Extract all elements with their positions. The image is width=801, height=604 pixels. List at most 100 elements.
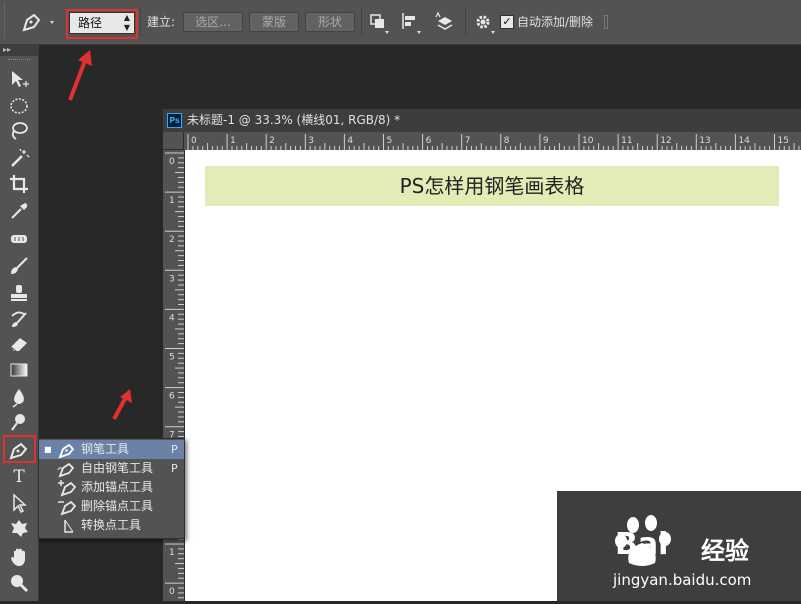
tools-panel-grip[interactable] bbox=[8, 59, 30, 63]
brush-icon bbox=[11, 257, 28, 274]
crop-icon bbox=[10, 175, 28, 193]
ellipse-marquee-icon bbox=[10, 98, 28, 114]
crop-tool[interactable] bbox=[8, 173, 30, 195]
zoom-icon bbox=[11, 575, 29, 593]
add-anchor-point-icon bbox=[58, 480, 77, 497]
path-operations-icon bbox=[370, 14, 389, 34]
options-bar-grip[interactable] bbox=[4, 4, 8, 38]
magic-wand-icon bbox=[11, 148, 30, 167]
pen-tools-flyout: ■ 钢笔工具 P 自由钢笔工具 P 添加锚点工具 删除锚点工具 转换点工具 bbox=[38, 438, 185, 539]
zoom-tool[interactable] bbox=[8, 572, 30, 594]
freeform-pen-icon bbox=[57, 462, 75, 478]
blur-icon bbox=[12, 389, 24, 408]
ruler-label: 9 bbox=[543, 136, 549, 146]
watermark-url: jingyan.baidu.com bbox=[613, 571, 752, 589]
magic-wand-tool[interactable] bbox=[8, 147, 30, 169]
flyout-item-label: 转换点工具 bbox=[81, 518, 142, 532]
dodge-icon bbox=[11, 414, 25, 431]
chevron-down-icon bbox=[50, 21, 54, 24]
pen-tool[interactable] bbox=[8, 439, 30, 461]
clone-stamp-tool[interactable] bbox=[8, 282, 30, 304]
eyedropper-tool[interactable] bbox=[8, 200, 30, 222]
elliptical-marquee-tool[interactable] bbox=[8, 95, 30, 117]
pen-icon bbox=[58, 443, 75, 459]
geometry-options-button[interactable] bbox=[472, 9, 498, 35]
flyout-item-label: 自由钢笔工具 bbox=[81, 461, 154, 475]
flyout-item-add-anchor[interactable]: 添加锚点工具 bbox=[39, 478, 184, 497]
brush-tool[interactable] bbox=[8, 255, 30, 277]
ruler-label: 1 bbox=[169, 196, 175, 206]
ruler-label: 1 bbox=[169, 548, 175, 558]
path-operations-button[interactable] bbox=[366, 9, 392, 35]
lasso-tool[interactable] bbox=[8, 120, 30, 142]
ruler-label: 7 bbox=[465, 136, 471, 146]
move-icon bbox=[12, 71, 29, 87]
convert-point-icon bbox=[64, 519, 74, 533]
gradient-tool[interactable] bbox=[8, 359, 30, 381]
options-overflow-indicator bbox=[604, 15, 608, 29]
eraser-tool[interactable] bbox=[8, 333, 30, 355]
flyout-item-pen[interactable]: ■ 钢笔工具 P bbox=[39, 440, 184, 459]
pen-icon bbox=[22, 13, 54, 32]
flyout-item-convert-point[interactable]: 转换点工具 bbox=[39, 516, 184, 535]
history-brush-icon bbox=[11, 311, 27, 327]
ps-file-icon: Ps bbox=[167, 113, 182, 128]
gear-icon bbox=[476, 15, 495, 34]
healing-brush-tool[interactable] bbox=[8, 228, 30, 250]
make-shape-button[interactable]: 形状 bbox=[305, 12, 355, 32]
dodge-tool[interactable] bbox=[8, 411, 30, 433]
blur-tool[interactable] bbox=[8, 386, 30, 408]
custom-shape-icon bbox=[11, 520, 28, 537]
type-tool[interactable]: T bbox=[8, 466, 30, 488]
ruler-label: 14 bbox=[738, 136, 750, 146]
type-icon: T bbox=[13, 467, 25, 487]
path-arrangement-icon bbox=[435, 11, 453, 30]
custom-shape-tool[interactable] bbox=[8, 517, 30, 539]
move-tool[interactable] bbox=[8, 68, 30, 90]
ruler-label: 12 bbox=[660, 136, 671, 146]
hand-tool[interactable] bbox=[8, 546, 30, 568]
flyout-item-label: 钢笔工具 bbox=[81, 442, 130, 456]
ruler-label: 6 bbox=[169, 392, 175, 402]
ruler-label: 11 bbox=[621, 136, 632, 146]
healing-brush-icon bbox=[11, 235, 27, 243]
ruler-label: 5 bbox=[169, 353, 175, 363]
flyout-item-label: 删除锚点工具 bbox=[81, 499, 154, 513]
watermark-brand: Bai bbox=[615, 527, 669, 562]
path-arrangement-button[interactable] bbox=[432, 9, 458, 35]
horizontal-ruler-ticks: 0 1 2 3 4 5 6 7 8 9 10 11 12 13 14 15 bbox=[187, 134, 800, 150]
ruler-label: 6 bbox=[426, 136, 432, 146]
flyout-item-shortcut: P bbox=[171, 443, 178, 456]
make-mask-button[interactable]: 蒙版 bbox=[249, 12, 299, 32]
divider bbox=[361, 8, 362, 36]
annotation-arrow-bottom bbox=[112, 389, 132, 420]
ruler-label: 8 bbox=[504, 136, 510, 146]
options-bar: 路径 ▲ ▼ 建立: 选区... 蒙版 形状 ✓ 自动添加/删除 bbox=[0, 0, 801, 45]
ruler-label: 4 bbox=[347, 136, 353, 146]
tools-panel-collapse-arrows[interactable]: ▸▸ bbox=[0, 44, 38, 56]
tool-preset-picker[interactable] bbox=[14, 8, 60, 36]
ruler-label: 2 bbox=[169, 235, 175, 245]
baidu-jingyan-watermark: Bai 经验 jingyan.baidu.com bbox=[557, 491, 801, 601]
hand-icon bbox=[11, 548, 25, 566]
horizontal-ruler[interactable]: 0 1 2 3 4 5 6 7 8 9 10 11 12 13 14 15 bbox=[184, 132, 801, 151]
ruler-origin[interactable] bbox=[163, 132, 184, 150]
title-banner: PS怎样用钢笔画表格 bbox=[205, 166, 779, 206]
path-selection-tool[interactable] bbox=[8, 492, 30, 514]
pen-icon bbox=[9, 442, 28, 460]
path-alignment-button[interactable] bbox=[398, 9, 424, 35]
divider bbox=[140, 8, 141, 36]
flyout-item-delete-anchor[interactable]: 删除锚点工具 bbox=[39, 497, 184, 516]
eraser-icon bbox=[10, 338, 27, 352]
auto-add-delete-checkbox[interactable]: ✓ bbox=[500, 15, 514, 29]
history-brush-tool[interactable] bbox=[8, 308, 30, 330]
document-tab[interactable]: Ps 未标题-1 @ 33.3% (横线01, RGB/8) * bbox=[163, 109, 801, 132]
make-selection-button[interactable]: 选区... bbox=[183, 12, 243, 32]
selected-bullet-icon: ■ bbox=[44, 445, 52, 454]
flyout-item-freeform-pen[interactable]: 自由钢笔工具 P bbox=[39, 459, 184, 478]
ruler-label: 4 bbox=[169, 313, 175, 323]
ruler-label: 1 bbox=[230, 136, 236, 146]
path-selection-icon bbox=[13, 493, 27, 514]
ruler-label: 5 bbox=[387, 136, 393, 146]
ruler-label: 0 bbox=[169, 587, 175, 597]
